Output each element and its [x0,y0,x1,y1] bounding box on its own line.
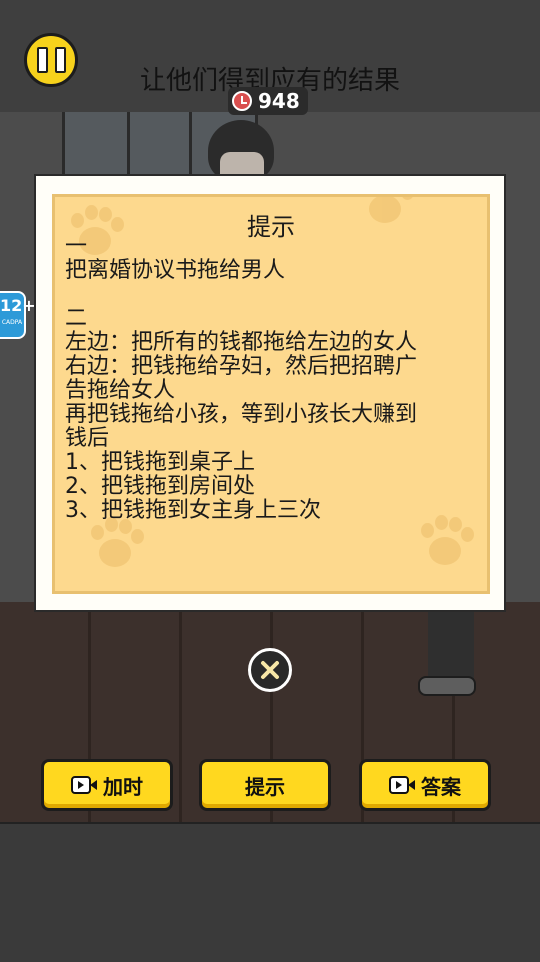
add-time-label: 加时 [103,774,143,799]
video-ad-icon [71,776,97,794]
character-sandal [418,676,476,696]
hint-line: 一 [65,234,88,259]
paw-decoration [85,517,145,573]
hint-line: 告拖给女人 [65,378,176,403]
close-hint-button[interactable] [248,648,292,692]
hint-line: 钱后 [65,426,110,451]
hint-line: 二 [65,306,88,331]
hint-dialog: 提示 一 把离婚协议书拖给男人 二 左边：把所有的钱都拖给左边的女人 右边：把钱… [34,174,506,612]
clock-coin-icon [232,91,252,111]
answer-label: 答案 [421,774,461,799]
hint-line: 左边：把所有的钱都拖给左边的女人 [65,330,418,355]
age-rating-sub: CADPA [1,319,23,326]
hint-label: 提示 [245,774,285,799]
answer-button[interactable]: 答案 [359,759,491,811]
hint-line: 再把钱拖给小孩，等到小孩长大赚到 [65,402,418,427]
hint-paper: 提示 一 把离婚协议书拖给男人 二 左边：把所有的钱都拖给左边的女人 右边：把钱… [52,194,490,594]
bottom-area [0,822,540,962]
hint-button[interactable]: 提示 [199,759,331,811]
hint-line: 1、把钱拖到桌子上 [65,450,255,475]
hint-line [65,283,483,307]
age-rating-label: 12+ [0,296,36,315]
hint-line: 把离婚协议书拖给男人 [65,258,286,283]
video-ad-icon [389,776,415,794]
hint-line: 3、把钱拖到女主身上三次 [65,498,321,523]
coin-count: 948 [258,89,300,113]
hint-line: 2、把钱拖到房间处 [65,474,255,499]
coin-counter: 948 [228,87,308,115]
add-time-button[interactable]: 加时 [41,759,173,811]
close-icon [261,661,279,679]
hint-body: 一 把离婚协议书拖给男人 二 左边：把所有的钱都拖给左边的女人 右边：把钱拖给孕… [65,235,483,523]
hint-line: 右边：把钱拖给孕妇，然后把招聘广 [65,354,418,379]
paw-decoration [415,515,475,571]
age-rating-badge: 12+ CADPA [0,291,36,339]
